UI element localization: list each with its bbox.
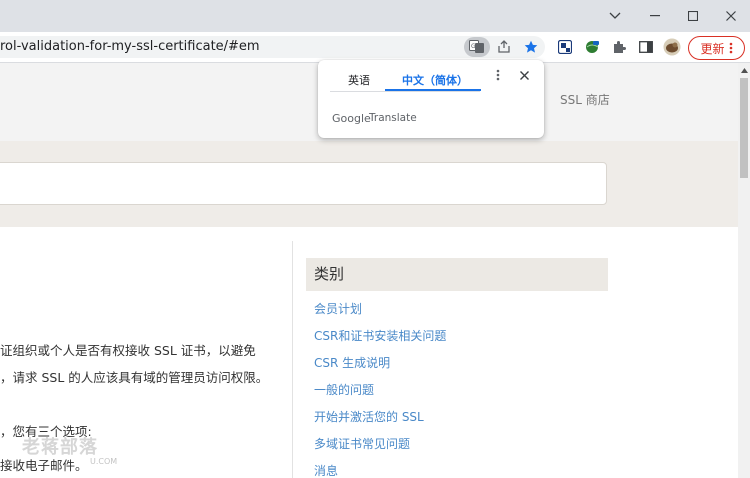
category-link-affiliate[interactable]: 会员计划 xyxy=(314,300,362,317)
close-window-button[interactable] xyxy=(712,0,750,32)
tab-search-button[interactable] xyxy=(596,0,634,32)
scroll-up-button[interactable] xyxy=(738,63,750,77)
translate-popup: 英语 中文（简体） Google Translate xyxy=(318,60,544,138)
categories-heading: 类别 xyxy=(306,258,608,291)
content-divider xyxy=(292,241,293,478)
google-wordmark: Google xyxy=(332,112,371,125)
update-label: 更新 xyxy=(700,41,725,56)
close-icon xyxy=(726,11,736,21)
translate-wordmark: Translate xyxy=(369,112,417,124)
minimize-button[interactable] xyxy=(636,0,674,32)
chevron-down-icon xyxy=(609,12,621,19)
triangle-up-icon xyxy=(740,67,748,73)
translate-page-button[interactable]: G xyxy=(464,37,490,57)
puzzle-icon xyxy=(614,41,626,53)
extension-button-1[interactable] xyxy=(556,38,574,56)
category-link-csr-generation[interactable]: CSR 生成说明 xyxy=(314,354,390,371)
extension-badge-icon xyxy=(558,40,572,54)
category-link-activate-ssl[interactable]: 开始并激活您的 SSL xyxy=(314,408,424,425)
profile-avatar[interactable] xyxy=(662,37,682,57)
category-link-multi-domain[interactable]: 多域证书常见问题 xyxy=(314,435,410,452)
close-icon xyxy=(519,71,529,80)
nav-ssl-store-link[interactable]: SSL 商店 xyxy=(560,91,610,108)
globe-icon xyxy=(585,41,599,53)
translate-close-button[interactable] xyxy=(516,68,532,86)
share-button[interactable] xyxy=(495,38,513,56)
scrollbar-thumb[interactable] xyxy=(740,78,748,178)
avatar-icon xyxy=(663,38,681,56)
maximize-icon xyxy=(688,11,698,21)
side-panel-button[interactable] xyxy=(637,38,655,56)
side-panel-icon xyxy=(639,41,653,53)
extension-button-2[interactable] xyxy=(583,38,601,56)
share-icon xyxy=(498,40,510,53)
bookmark-button[interactable] xyxy=(522,38,540,56)
watermark-sub: U.COM xyxy=(90,457,118,466)
translate-options-button[interactable] xyxy=(490,68,506,86)
more-vertical-icon xyxy=(496,69,500,81)
more-vertical-icon xyxy=(729,42,732,54)
active-tab-indicator xyxy=(385,89,481,91)
category-link-general[interactable]: 一般的问题 xyxy=(314,381,374,398)
category-link-news[interactable]: 消息 xyxy=(314,462,338,478)
star-icon xyxy=(524,40,538,53)
category-link-csr-install[interactable]: CSR和证书安装相关问题 xyxy=(314,327,446,344)
translate-icon: G xyxy=(469,40,484,53)
url-text[interactable]: rol-validation-for-my-ssl-certificate/#e… xyxy=(0,39,260,54)
extensions-menu-button[interactable] xyxy=(610,38,628,56)
body-paragraph-line-2: ，请求 SSL 的人应该具有域的管理员访问权限。 xyxy=(0,370,269,385)
maximize-button[interactable] xyxy=(674,0,712,32)
search-input[interactable] xyxy=(0,162,607,205)
update-browser-button[interactable]: 更新 xyxy=(688,36,745,60)
body-paragraph-line-1: 证组织或个人是否有权接收 SSL 证书，以避免 xyxy=(0,343,256,358)
tab-divider xyxy=(330,91,480,92)
minimize-icon xyxy=(650,15,660,17)
tab-chinese-simplified[interactable]: 中文（简体） xyxy=(402,72,468,88)
svg-text:G: G xyxy=(471,43,476,50)
watermark-logo: 老蒋部落 xyxy=(22,437,98,458)
tab-english[interactable]: 英语 xyxy=(348,72,370,88)
